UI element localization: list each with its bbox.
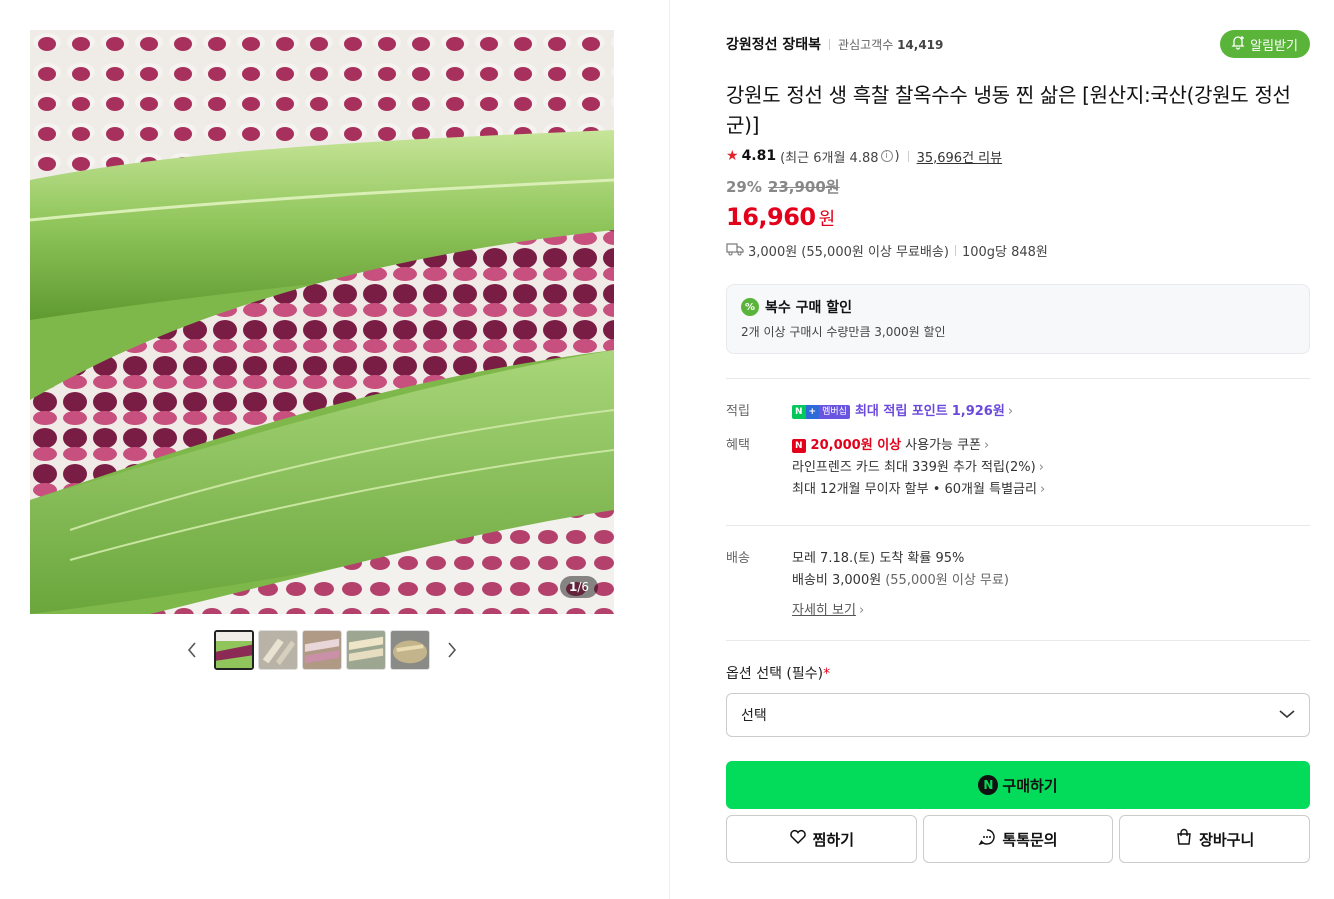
shopping-bag-icon	[1175, 828, 1193, 850]
promo-description: 2개 이상 구매시 수량만큼 3,000원 할인	[741, 325, 946, 339]
delivery-fee: 배송비 3,000원	[792, 573, 882, 588]
bell-plus-icon	[1230, 34, 1246, 54]
review-count-link[interactable]: 35,696건 리뷰	[917, 147, 1003, 166]
discount-row: 29% 23,900원	[726, 176, 1310, 197]
option-label: 옵션 선택 (필수)*	[726, 666, 831, 682]
wishlist-label: 찜하기	[812, 830, 855, 849]
installment-text: 최대 12개월 무이자 할부 • 60개월 특별금리	[792, 482, 1037, 497]
currency: 원	[818, 209, 836, 230]
points-value: 1,926원	[951, 404, 1005, 419]
corn-photo	[30, 30, 614, 614]
unit-price: 100g당 848원	[961, 245, 1048, 260]
thumbnail-3[interactable]	[302, 630, 342, 670]
separator	[907, 150, 909, 162]
buy-label: 구매하기	[1002, 776, 1058, 795]
shipping-row: 3,000원 (55,000원 이상 무료배송) 100g당 848원	[726, 241, 1310, 260]
buy-button[interactable]: N 구매하기	[726, 761, 1310, 809]
card-text: 라인프렌즈 카드 최대 339원 추가 적립(2%)	[792, 460, 1036, 475]
talk-inquiry-button[interactable]: 톡톡문의	[922, 815, 1114, 863]
points-link[interactable]: N + 멤버십 최대 적립 포인트 1,926원 ›	[792, 401, 1310, 423]
chevron-right-icon: ›	[858, 603, 865, 618]
arrival-estimate: 모레 7.18.(토) 도착 확률 95%	[792, 551, 965, 566]
price-row: 16,960 원	[726, 203, 1310, 231]
shipping-fee: 3,000원 (55,000원 이상 무료배송)	[748, 245, 949, 260]
chevron-right-icon[interactable]	[442, 640, 462, 660]
multi-buy-promo: % 복수 구매 할인 2개 이상 구매시 수량만큼 3,000원 할인	[726, 284, 1310, 354]
option-select[interactable]: 선택	[726, 693, 1310, 737]
thumbnail-1[interactable]	[214, 630, 254, 670]
recent-rating-close: )	[894, 148, 900, 164]
coupon-link[interactable]: N 20,000원 이상 사용가능 쿠폰 ›	[792, 435, 1310, 457]
secondary-actions: 찜하기 톡톡문의 장바구니	[726, 815, 1311, 863]
alarm-button[interactable]: 알림받기	[1220, 30, 1310, 58]
thumbnail-2[interactable]	[258, 630, 298, 670]
delivery-more-link[interactable]: 자세히 보기	[792, 600, 856, 622]
talk-label: 톡톡문의	[1002, 830, 1058, 849]
chevron-right-icon: ›	[984, 438, 990, 453]
benefits-section: 적립 N + 멤버십 최대 적립 포인트 1,926원 › 혜택 N 20,000원…	[726, 401, 1310, 501]
naver-coupon-badge: N	[792, 439, 806, 453]
chevron-right-icon: ›	[1039, 482, 1046, 497]
discount-rate: 29%	[726, 177, 762, 196]
thumbnail-strip	[30, 630, 614, 670]
delivery-fee-note: (55,000원 이상 무료)	[885, 573, 1009, 588]
sale-price: 16,960	[726, 203, 816, 231]
truck-icon	[726, 242, 744, 260]
recent-rating: (최근 6개월 4.88	[780, 150, 879, 166]
chevron-right-icon: ›	[1007, 404, 1014, 419]
image-counter: 1/6	[559, 576, 598, 598]
product-info-panel: 강원정선 장태복 관심고객수 14,419 알림받기 강원도 정선 생 흑찰 찰…	[726, 30, 1311, 863]
divider	[726, 640, 1310, 641]
chevron-right-icon: ›	[1038, 460, 1044, 475]
cart-label: 장바구니	[1199, 830, 1255, 849]
promo-title: 복수 구매 할인	[765, 300, 853, 316]
panel-divider	[669, 0, 670, 899]
delivery-section: 배송 모레 7.18.(토) 도착 확률 95% 배송비 3,000원 (55,…	[726, 548, 1310, 622]
fans-count: 관심고객수 14,419	[838, 37, 944, 52]
heart-icon	[789, 829, 807, 849]
main-product-image[interactable]: 1/6	[30, 30, 614, 614]
thumbnail-4[interactable]	[346, 630, 386, 670]
thumbnail-5[interactable]	[390, 630, 430, 670]
coupon-highlight: 20,000원 이상	[810, 438, 902, 453]
separator	[829, 38, 831, 50]
naver-pay-icon: N	[978, 775, 999, 795]
coupon-text: 사용가능 쿠폰	[905, 438, 982, 453]
divider	[726, 378, 1310, 379]
chat-bubble-icon	[978, 828, 996, 850]
percent-badge-icon: %	[741, 298, 759, 316]
rating-row: ★ 4.81 (최근 6개월 4.88 i ) 35,696건 리뷰	[726, 146, 1310, 166]
original-price: 23,900원	[767, 178, 840, 196]
wishlist-button[interactable]: 찜하기	[726, 815, 917, 863]
naver-membership-badge: N + 멤버십	[792, 405, 850, 419]
chevron-left-icon[interactable]	[182, 640, 202, 660]
product-title: 강원도 정선 생 흑찰 찰옥수수 냉동 찐 삶은 [원산지:국산(강원도 정선군…	[726, 83, 1291, 137]
divider	[726, 525, 1310, 526]
star-icon: ★	[726, 148, 739, 164]
points-text: 최대 적립 포인트	[854, 404, 948, 419]
chevron-down-icon	[1279, 707, 1295, 723]
delivery-label: 배송	[726, 551, 750, 566]
rating-value: 4.81	[741, 148, 777, 164]
option-select-value: 선택	[741, 708, 767, 724]
info-icon[interactable]: i	[880, 150, 893, 162]
card-benefit-link[interactable]: 라인프렌즈 카드 최대 339원 추가 적립(2%) ›	[792, 457, 1310, 479]
required-mark: *	[823, 666, 831, 682]
store-name-link[interactable]: 강원정선 장태복	[726, 34, 821, 54]
separator	[954, 245, 956, 256]
cart-button[interactable]: 장바구니	[1119, 815, 1311, 863]
store-header: 강원정선 장태복 관심고객수 14,419 알림받기	[726, 30, 1310, 58]
installment-link[interactable]: 최대 12개월 무이자 할부 • 60개월 특별금리 ›	[792, 479, 1310, 501]
points-label: 적립	[726, 404, 750, 419]
benefit-label: 혜택	[726, 438, 750, 453]
alarm-label: 알림받기	[1250, 38, 1298, 54]
